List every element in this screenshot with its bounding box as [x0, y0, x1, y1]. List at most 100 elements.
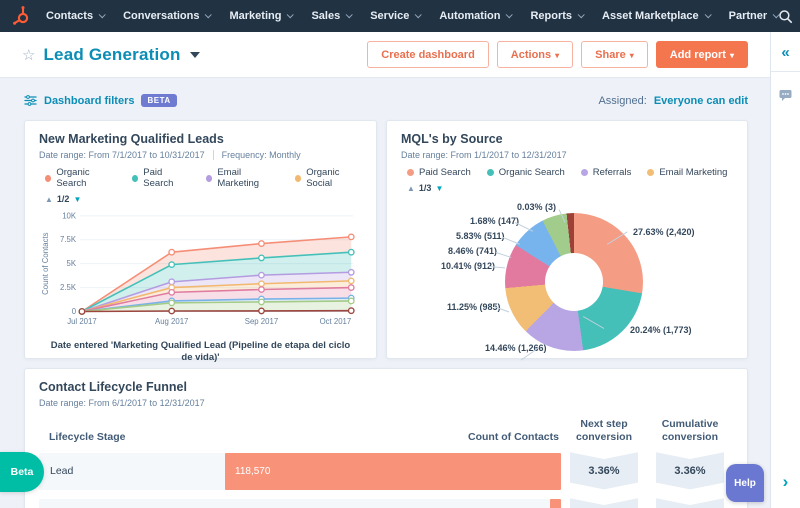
pie-slice-label: 8.46% (741) — [448, 246, 498, 256]
legend-dot-icon — [131, 174, 139, 182]
legend-dot-icon — [206, 174, 213, 182]
pie-slice-label: 20.24% (1,773) — [630, 325, 692, 335]
legend-item[interactable]: Organic Social — [294, 167, 362, 189]
count-value: 3,984 — [517, 499, 542, 508]
svg-text:2.5K: 2.5K — [60, 283, 77, 292]
search-icon[interactable] — [778, 9, 793, 24]
nav-item-contacts[interactable]: Contacts — [46, 10, 106, 22]
chevron-down-icon — [98, 10, 106, 18]
pie-slice-label: 11.25% (985) — [447, 302, 501, 312]
legend-item[interactable]: Paid Search — [131, 167, 190, 189]
funnel-header-row: Lifecycle Stage Count of Contacts Next s… — [39, 418, 733, 443]
favorite-star-icon[interactable]: ☆ — [22, 46, 35, 64]
pie-slice-label: 27.63% (2,420) — [633, 227, 695, 237]
svg-text:Aug 2017: Aug 2017 — [155, 317, 188, 326]
chevron-down-icon — [506, 10, 514, 18]
report-meta: Date range: From 7/1/2017 to 10/31/2017 … — [39, 150, 362, 160]
funnel-bar[interactable] — [549, 498, 561, 508]
filters-bar: Dashboard filters BETA Assigned: Everyon… — [24, 94, 748, 107]
legend-page-down-icon[interactable]: ▼ — [435, 184, 443, 193]
reports-row: New Marketing Qualified Leads Date range… — [24, 120, 748, 363]
funnel-bar-track[interactable]: 3,984 — [225, 498, 561, 508]
legend-item[interactable]: Organic Search — [486, 167, 565, 178]
callout-leader-line — [495, 252, 512, 258]
legend-dot-icon — [45, 174, 52, 182]
help-button[interactable]: Help — [726, 464, 764, 502]
funnel-bar[interactable] — [225, 452, 561, 490]
dashboard-header: ☆ Lead Generation Create dashboard Actio… — [0, 32, 770, 78]
beta-badge: BETA — [141, 94, 177, 107]
date-range: Date range: From 6/1/2017 to 12/31/2017 — [39, 398, 205, 408]
nav-utilities: ⚙ — [778, 6, 800, 27]
dashboard-switcher-caret-icon[interactable] — [189, 51, 200, 58]
dashboard-filters-label: Dashboard filters — [44, 94, 135, 107]
comments-icon[interactable] — [778, 88, 793, 107]
svg-text:Jul 2017: Jul 2017 — [67, 317, 96, 326]
nav-item-service[interactable]: Service — [370, 10, 423, 22]
report-meta: Date range: From 1/1/2017 to 12/31/2017 — [401, 150, 733, 160]
funnel-row: Marketing Qualified Lead 3,984 42.22% 1.42% — [39, 498, 733, 508]
hubspot-logo[interactable] — [12, 5, 32, 27]
trend-legend: Organic Search Paid Search Email Marketing… — [39, 167, 362, 189]
legend-item[interactable]: Referrals — [580, 167, 631, 178]
nav-item-sales[interactable]: Sales — [311, 10, 353, 22]
meta-divider — [212, 150, 214, 160]
nav-item-marketing[interactable]: Marketing — [229, 10, 295, 22]
right-rail: « › — [770, 32, 800, 508]
legend-page-indicator: 1/3 — [418, 183, 432, 193]
legend-page-indicator: 1/2 — [56, 194, 70, 204]
legend-page-up-icon[interactable]: ▲ — [45, 195, 53, 204]
legend-pager: ▲ 1/2 ▼ — [39, 194, 362, 204]
nav-item-conversations[interactable]: Conversations — [123, 10, 213, 22]
stage-cell: Marketing Qualified Lead — [39, 498, 225, 508]
source-legend: Paid Search Organic Search Referrals Email … — [401, 167, 733, 178]
column-header-stage: Lifecycle Stage — [49, 431, 126, 444]
pie-slice-label: 1.68% (147) — [470, 216, 520, 226]
cumulative-conversion-cell: 1.42% — [656, 498, 724, 508]
nav-item-reports[interactable]: Reports — [530, 10, 585, 22]
collapse-panel-icon[interactable]: « — [781, 32, 789, 71]
line-chart[interactable]: 0 2.5K 5K 7.5K 10K Count of Contacts Jul 2017 A… — [39, 206, 362, 340]
share-button[interactable]: Share ▾ — [581, 41, 648, 68]
funnel-bar-track[interactable]: 118,570 — [225, 452, 561, 490]
dashboard-filters-toggle[interactable]: Dashboard filters BETA — [24, 94, 177, 107]
actions-button[interactable]: Actions ▾ — [496, 41, 574, 68]
column-header-cumulative: Cumulative conversion — [661, 418, 719, 443]
next-step-conversion-cell: 42.22% — [570, 498, 638, 508]
create-dashboard-button[interactable]: Create dashboard — [367, 41, 489, 68]
nav-item-asset-marketplace[interactable]: Asset Marketplace — [602, 10, 712, 22]
svg-text:5K: 5K — [67, 259, 77, 268]
next-step-conversion-cell: 3.36% — [570, 452, 638, 490]
cumulative-conversion-cell: 3.36% — [656, 452, 724, 490]
sprocket-icon — [13, 6, 29, 25]
legend-item[interactable]: Organic Search — [45, 167, 116, 189]
legend-dot-icon — [407, 169, 414, 176]
column-header-count: Count of Contacts — [468, 431, 559, 444]
legend-page-down-icon[interactable]: ▼ — [73, 195, 81, 204]
svg-text:Count of Contacts: Count of Contacts — [41, 232, 50, 295]
funnel-row: Lead 118,570 3.36% 3.36% — [39, 452, 733, 490]
donut-hole — [545, 253, 603, 311]
add-report-button[interactable]: Add report ▾ — [655, 41, 748, 68]
legend-dot-icon — [294, 174, 302, 182]
report-mql-by-source: MQL's by Source Date range: From 1/1/201… — [386, 120, 748, 361]
nav-item-automation[interactable]: Automation — [439, 10, 514, 22]
dashboard-content: Dashboard filters BETA Assigned: Everyon… — [0, 78, 770, 508]
rail-divider — [771, 71, 800, 72]
legend-item[interactable]: Email Marketing — [206, 167, 279, 189]
expand-chevron-icon[interactable]: › — [783, 472, 789, 492]
assigned-label: Assigned: — [598, 94, 647, 107]
report-title: MQL's by Source — [401, 132, 503, 146]
legend-item[interactable]: Paid Search — [407, 167, 471, 178]
assigned-link[interactable]: Everyone can edit — [654, 95, 748, 107]
report-new-mql: New Marketing Qualified Leads Date range… — [24, 120, 377, 363]
donut-chart-area: 27.63% (2,420) 20.24% (1,773) 14.46% (1,26… — [401, 197, 733, 367]
date-range: Date range: From 1/1/2017 to 12/31/2017 — [401, 150, 567, 160]
legend-page-up-icon[interactable]: ▲ — [407, 184, 415, 193]
report-meta: Date range: From 6/1/2017 to 12/31/2017 — [39, 398, 733, 408]
svg-text:Sep 2017: Sep 2017 — [245, 317, 278, 326]
nav-item-partner[interactable]: Partner — [729, 10, 780, 22]
legend-item[interactable]: Email Marketing — [647, 167, 727, 178]
svg-text:7.5K: 7.5K — [60, 235, 77, 244]
beta-pill-button[interactable]: Beta — [0, 452, 44, 492]
